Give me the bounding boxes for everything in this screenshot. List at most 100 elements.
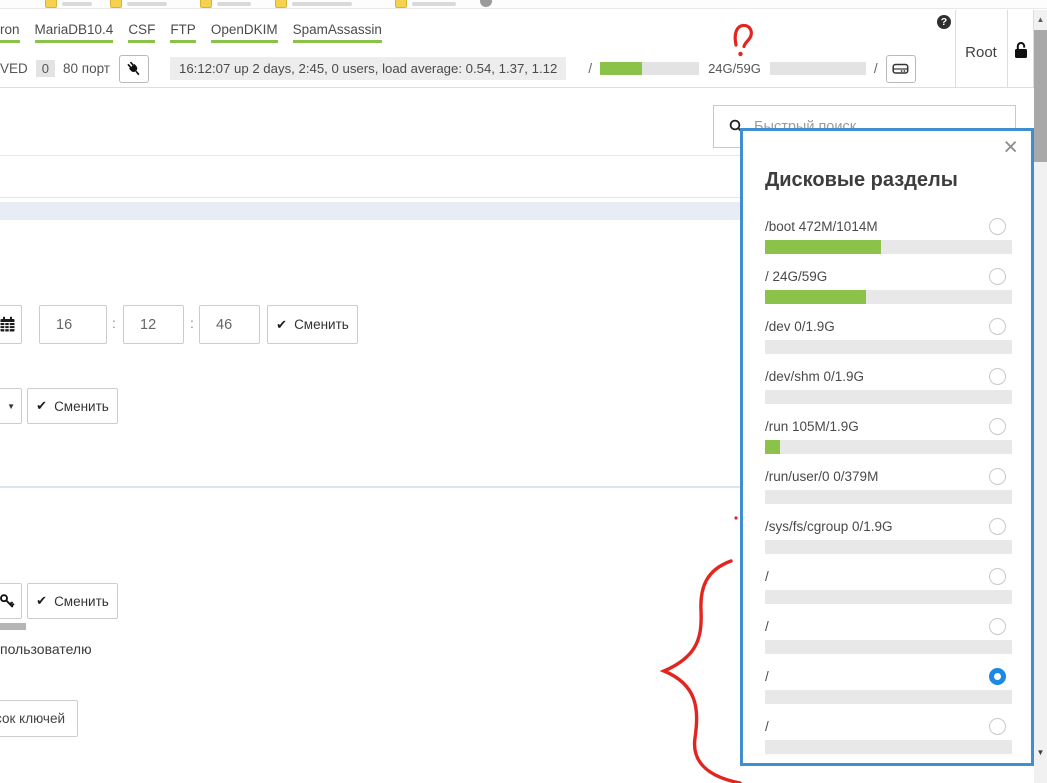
partition-radio[interactable] xyxy=(989,618,1006,635)
partition-label: /dev/shm 0/1.9G xyxy=(765,369,864,384)
partition-item: /dev 0/1.9G xyxy=(765,316,1012,366)
partition-label: / xyxy=(765,719,769,734)
partition-item: /sys/fs/cgroup 0/1.9G xyxy=(765,516,1012,566)
red-curly-brace xyxy=(664,561,740,783)
user-hint-text: пользователю xyxy=(0,641,92,657)
bookmark-icon[interactable] xyxy=(200,0,212,8)
user-menu-root[interactable]: Root xyxy=(955,44,1007,61)
partition-radio[interactable] xyxy=(989,468,1006,485)
partition-label: /boot 472M/1014M xyxy=(765,219,878,234)
partition-item: /boot 472M/1014M xyxy=(765,216,1012,266)
keys-list-button[interactable]: сок ключей xyxy=(0,700,78,737)
seconds-input[interactable] xyxy=(199,305,260,344)
bookmark-label-stub xyxy=(412,2,456,6)
browser-bookmarks-strip xyxy=(0,0,1047,9)
partition-usage-bar xyxy=(765,390,1012,404)
partition-item: /dev/shm 0/1.9G xyxy=(765,366,1012,416)
partition-usage-bar xyxy=(765,340,1012,354)
disk-usage-bar xyxy=(770,62,866,75)
partition-label: /run/user/0 0/379M xyxy=(765,469,878,484)
partition-radio[interactable] xyxy=(989,518,1006,535)
scroll-up-arrow[interactable]: ▲ xyxy=(1034,15,1047,24)
password-strength-bar xyxy=(0,623,26,630)
key-icon xyxy=(0,593,15,609)
service-link[interactable]: SpamAssassin xyxy=(293,22,382,43)
status-badge: 0 xyxy=(36,60,55,77)
scroll-down-arrow[interactable]: ▼ xyxy=(1034,748,1047,757)
uptime-chip: 16:12:07 up 2 days, 2:45, 0 users, load … xyxy=(170,57,566,80)
screen: ron MariaDB10.4 CSF FTP OpenDKIM SpamAssassin… xyxy=(0,0,1047,783)
service-link[interactable]: CSF xyxy=(128,22,155,43)
status-row: VED 0 80 порт 16:12:07 up 2 days, 2:45, … xyxy=(0,54,916,83)
chevron-down-icon: ▼ xyxy=(7,402,21,411)
partition-radio[interactable] xyxy=(989,568,1006,585)
partition-usage-bar xyxy=(765,590,1012,604)
topbar: ron MariaDB10.4 CSF FTP OpenDKIM SpamAssassin… xyxy=(0,10,1047,88)
service-link[interactable]: OpenDKIM xyxy=(211,22,278,43)
partition-label: / xyxy=(765,619,769,634)
partition-usage-bar xyxy=(765,690,1012,704)
slash-left: / xyxy=(588,61,592,76)
service-link[interactable]: ron xyxy=(0,22,20,43)
scroll-thumb[interactable] xyxy=(1034,30,1047,162)
bookmark-icon[interactable] xyxy=(110,0,122,8)
hdd-icon xyxy=(892,60,909,77)
memory-usage-label: 24G/59G xyxy=(708,61,761,76)
partition-label: / xyxy=(765,569,769,584)
partition-label: / 24G/59G xyxy=(765,269,827,284)
service-link[interactable]: FTP xyxy=(170,22,196,43)
password-input-box[interactable] xyxy=(0,583,22,619)
disk-button[interactable] xyxy=(886,55,916,83)
check-icon: ✔ xyxy=(276,317,287,333)
slash-right: / xyxy=(874,61,878,76)
partition-radio[interactable] xyxy=(989,268,1006,285)
red-small-dot xyxy=(734,516,737,519)
partition-radio[interactable] xyxy=(989,718,1006,735)
hours-input[interactable] xyxy=(39,305,107,344)
partition-usage-bar xyxy=(765,640,1012,654)
disk-partitions-popup: × Дисковые разделы /boot 472M/1014M / 24… xyxy=(740,128,1034,766)
date-picker-box[interactable] xyxy=(0,305,22,344)
change-time-button[interactable]: ✔ Сменить xyxy=(267,305,358,344)
help-icon[interactable]: ? xyxy=(937,15,951,29)
partition-radio[interactable] xyxy=(989,418,1006,435)
partition-list: /boot 472M/1014M / 24G/59G /dev 0/1.9G /… xyxy=(765,216,1012,766)
calendar-icon xyxy=(0,316,16,333)
partition-label: /sys/fs/cgroup 0/1.9G xyxy=(765,519,893,534)
bookmark-label-stub xyxy=(292,2,352,6)
partition-usage-fill xyxy=(765,290,866,304)
partition-usage-bar xyxy=(765,240,1012,254)
popup-title: Дисковые разделы xyxy=(765,169,958,192)
service-links: ron MariaDB10.4 CSF FTP OpenDKIM SpamAssassin xyxy=(0,22,397,43)
partition-radio[interactable] xyxy=(989,318,1006,335)
profile-icon[interactable] xyxy=(480,0,492,7)
bookmark-icon[interactable] xyxy=(45,0,57,8)
truncated-status-label: VED xyxy=(0,61,28,76)
timezone-select[interactable]: ▼ xyxy=(0,388,22,424)
partition-item: / xyxy=(765,566,1012,616)
check-icon: ✔ xyxy=(36,593,47,609)
change-select-button[interactable]: ✔ Сменить xyxy=(27,388,118,424)
service-link[interactable]: MariaDB10.4 xyxy=(35,22,114,43)
page-scrollbar[interactable]: ▲ ▼ xyxy=(1034,10,1047,783)
bookmark-icon[interactable] xyxy=(395,0,407,8)
plug-button[interactable] xyxy=(119,55,149,83)
bookmark-icon[interactable] xyxy=(275,0,287,8)
time-colon: : xyxy=(190,315,194,331)
partition-radio[interactable] xyxy=(989,668,1006,685)
memory-usage-fill xyxy=(600,62,642,75)
partition-label: /dev 0/1.9G xyxy=(765,319,835,334)
partition-radio[interactable] xyxy=(989,368,1006,385)
section-divider-blue xyxy=(0,486,740,488)
minutes-input[interactable] xyxy=(123,305,184,344)
close-icon[interactable]: × xyxy=(1003,133,1018,161)
lock-icon[interactable] xyxy=(1011,40,1031,60)
partition-usage-bar xyxy=(765,290,1012,304)
port-label: 80 порт xyxy=(63,61,110,76)
partition-usage-bar xyxy=(765,740,1012,754)
partition-usage-fill xyxy=(765,240,881,254)
partition-item: / xyxy=(765,666,1012,716)
change-password-button[interactable]: ✔ Сменить xyxy=(27,583,118,619)
partition-radio[interactable] xyxy=(989,218,1006,235)
partition-usage-fill xyxy=(765,440,780,454)
